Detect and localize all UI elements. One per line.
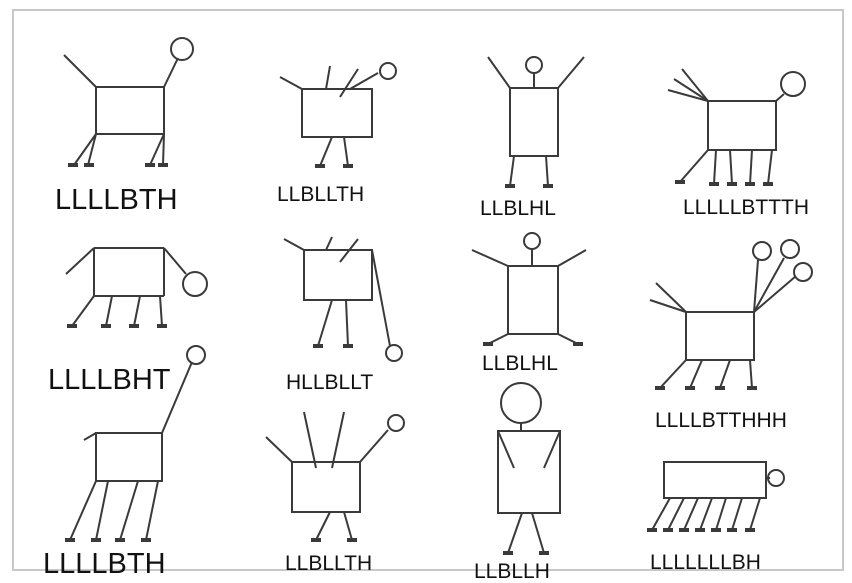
figure-label-1: LLLLBTH (55, 184, 178, 216)
stick-figure-6 (283, 236, 403, 362)
figure-label-8: LLLLBTTHHH (655, 409, 787, 432)
figure-label-2: LLBLLTH (277, 183, 365, 206)
stick-figure-10 (265, 411, 405, 541)
figure-label-12: LLLLLLLBH (650, 551, 761, 574)
figure-label-9: LLLLBTH (43, 548, 166, 580)
stick-figure-7 (471, 232, 587, 345)
figure-label-6: HLLBLLT (286, 371, 374, 394)
figure-label-3: LLBLHL (480, 197, 556, 220)
stick-figure-1 (63, 37, 194, 166)
stick-figure-11 (497, 382, 561, 554)
figure-label-4: LLLLLBTTTH (683, 196, 810, 219)
figure-label-7: LLBLHL (482, 352, 558, 375)
stick-figure-3 (487, 56, 585, 187)
figure-label-11: LLBLLH (474, 560, 550, 583)
stick-figure-5 (65, 247, 208, 327)
stick-figure-2 (279, 62, 397, 167)
figure-label-5: LLLLBHT (48, 364, 171, 396)
stick-figures (63, 37, 813, 555)
figure-label-10: LLBLLTH (285, 552, 373, 575)
stick-figure-8 (649, 239, 813, 389)
stick-figure-4 (667, 68, 806, 185)
stick-figure-12 (651, 461, 785, 531)
